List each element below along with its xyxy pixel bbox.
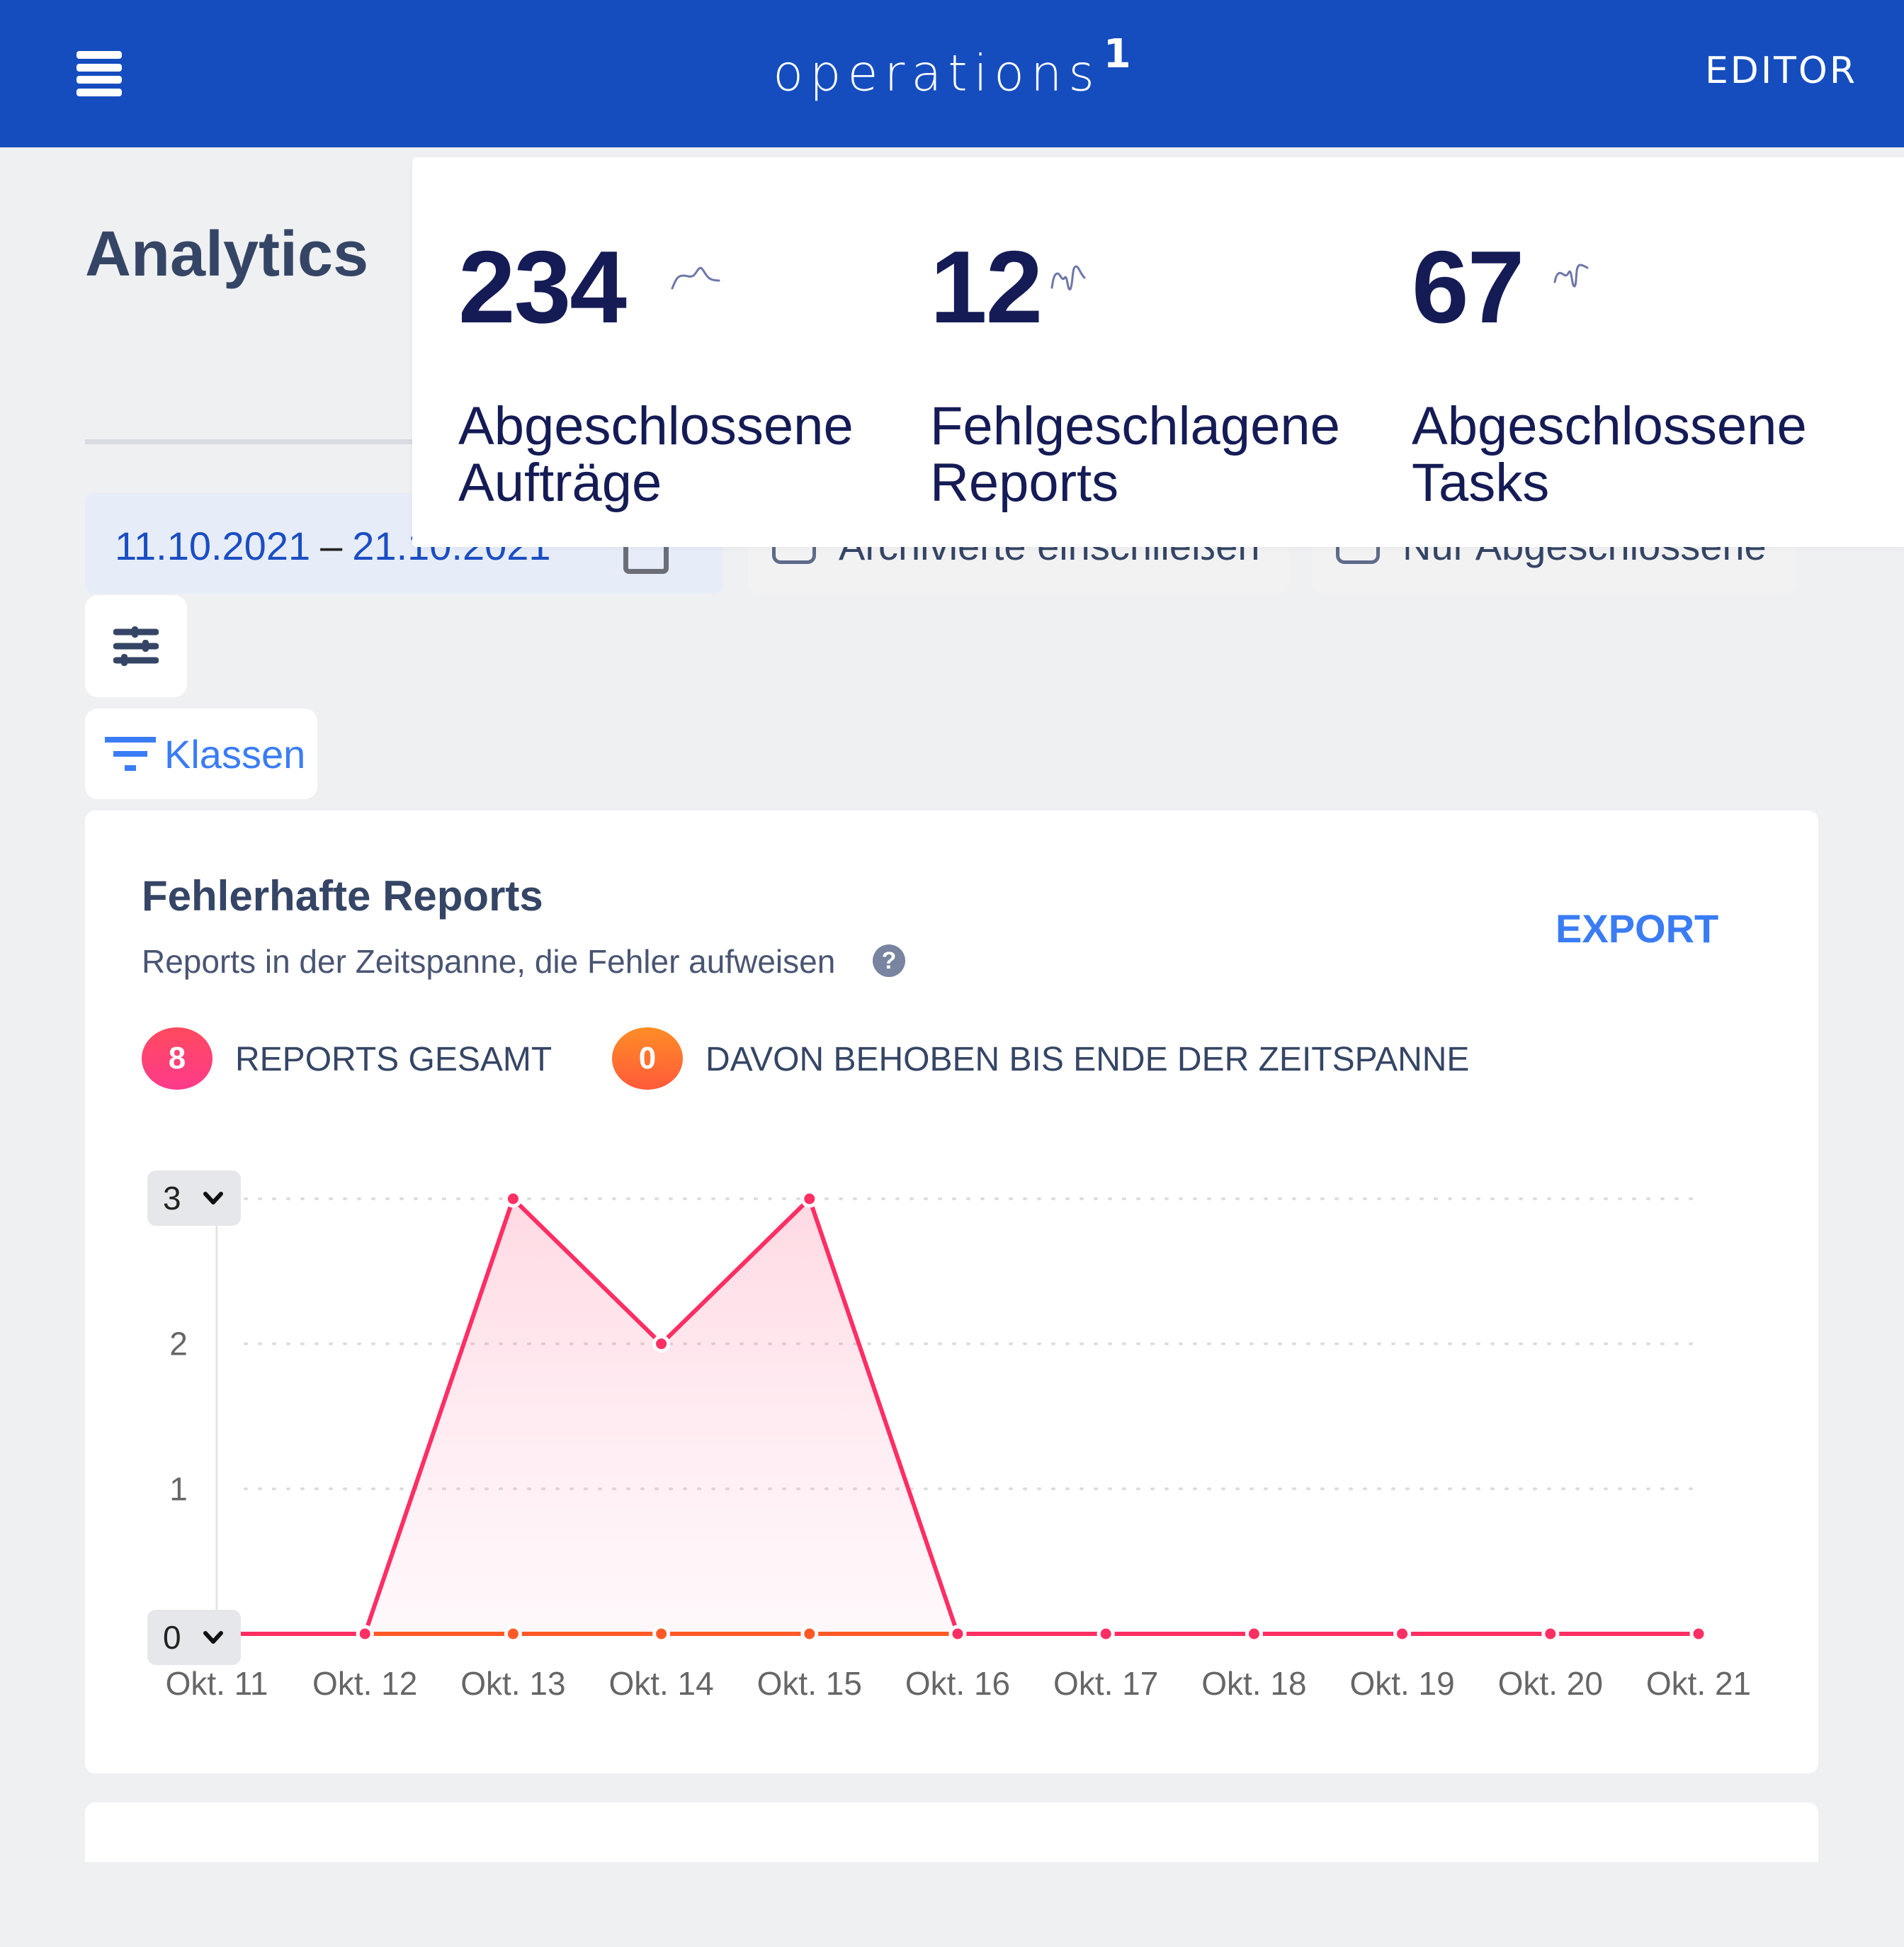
legend-badge-total: 8 xyxy=(142,1027,212,1090)
chart-title: Fehlerhafte Reports xyxy=(142,872,543,920)
editor-button[interactable]: EDITOR xyxy=(1705,50,1857,92)
filter-icon xyxy=(105,737,156,771)
sparkline-icon xyxy=(1553,264,1589,288)
chevron-down-icon xyxy=(203,1631,223,1644)
klassen-filter-button[interactable]: Klassen xyxy=(85,709,317,799)
y-min-dropdown[interactable]: 0 xyxy=(147,1610,241,1665)
page-title: Analytics xyxy=(85,219,369,290)
legend-label-total: REPORTS GESAMT xyxy=(235,1041,552,1078)
stat-label: Fehlgeschlagene Reports xyxy=(930,398,1340,512)
legend-badge-fixed: 0 xyxy=(612,1027,683,1090)
export-button[interactable]: EXPORT xyxy=(1556,905,1718,952)
date-from: 11.10.2021 xyxy=(115,524,311,568)
tune-button[interactable] xyxy=(85,595,187,697)
brand-logo[interactable]: operations1 xyxy=(0,31,1904,103)
sparkline-icon xyxy=(671,266,720,290)
brand-name: operations xyxy=(773,44,1101,103)
stat-label: Abgeschlossene Aufträge xyxy=(458,398,854,512)
tune-icon xyxy=(113,626,159,666)
stat-label-line2: Tasks xyxy=(1412,453,1550,513)
date-separator: – xyxy=(320,524,343,568)
chart-subtitle: Reports in der Zeitspanne, die Fehler au… xyxy=(142,943,836,980)
stat-label-line2: Reports xyxy=(930,453,1119,513)
stat-completed-orders[interactable]: 234 Abgeschlossene Aufträge xyxy=(412,157,883,547)
stat-label-line1: Abgeschlossene xyxy=(458,396,854,456)
stat-label-line2: Aufträge xyxy=(458,453,662,513)
stat-value: 12 xyxy=(930,230,1043,344)
legend-label-fixed: DAVON BEHOBEN BIS ENDE DER ZEITSPANNE xyxy=(706,1041,1470,1078)
next-card xyxy=(85,1802,1818,1862)
stat-value: 67 xyxy=(1412,230,1524,344)
chevron-down-icon xyxy=(203,1192,223,1204)
sparkline-icon xyxy=(1050,265,1086,290)
title-divider xyxy=(85,439,425,444)
stat-label: Abgeschlossene Tasks xyxy=(1412,398,1807,512)
y-min-value: 0 xyxy=(163,1619,181,1656)
stat-label-line1: Abgeschlossene xyxy=(1412,396,1807,456)
help-icon[interactable]: ? xyxy=(873,944,905,977)
stats-card: 234 Abgeschlossene Aufträge 12 Fehlgeschl… xyxy=(412,157,1904,547)
brand-superscript: 1 xyxy=(1103,31,1131,77)
stat-failed-reports[interactable]: 12 Fehlgeschlagene Reports xyxy=(884,157,1366,547)
y-max-value: 3 xyxy=(163,1180,181,1217)
stat-value: 234 xyxy=(458,230,627,344)
y-max-dropdown[interactable]: 3 xyxy=(147,1170,241,1226)
klassen-label: Klassen xyxy=(164,732,306,777)
stat-label-line1: Fehlgeschlagene xyxy=(930,396,1340,456)
stat-completed-tasks[interactable]: 67 Abgeschlossene Tasks xyxy=(1366,157,1904,547)
